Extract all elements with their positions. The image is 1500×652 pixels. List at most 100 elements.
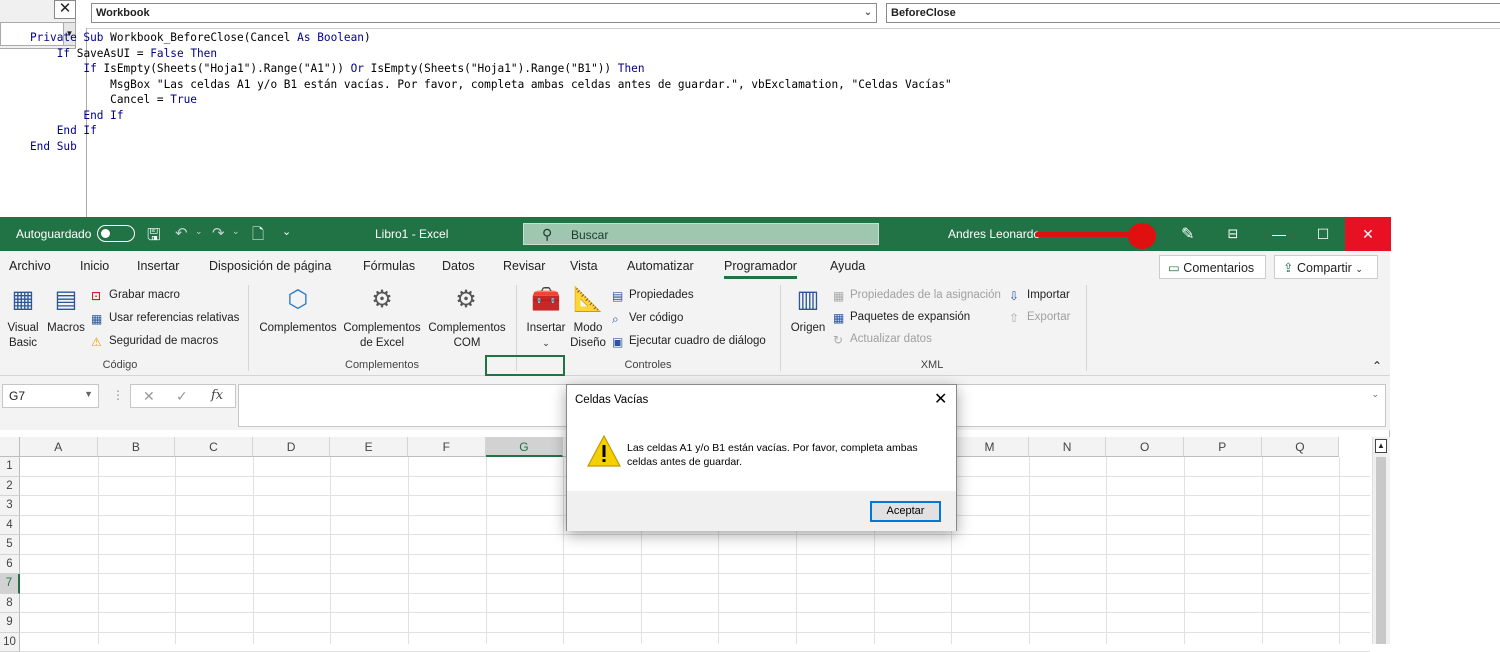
import-button[interactable]: Importar bbox=[1027, 289, 1070, 301]
code-line[interactable]: If IsEmpty(Sheets("Hoja1").Range("A1")) … bbox=[30, 61, 952, 77]
chevron-down-icon[interactable]: ⌄ bbox=[860, 4, 876, 22]
pen-icon[interactable]: ✎ bbox=[1181, 224, 1194, 244]
com-addins-button[interactable]: Complementos COM bbox=[424, 321, 510, 351]
macros-button[interactable]: Macros bbox=[45, 321, 87, 336]
column-header[interactable]: D bbox=[253, 437, 331, 457]
row-header[interactable]: 6 bbox=[0, 555, 20, 575]
comments-button[interactable]: ▭ Comentarios bbox=[1159, 255, 1266, 279]
undo-icon[interactable]: ↶ bbox=[175, 224, 188, 242]
name-box[interactable]: G7 ▼ bbox=[2, 384, 99, 408]
tab-ayuda[interactable]: Ayuda bbox=[830, 259, 865, 273]
column-header[interactable]: G bbox=[486, 437, 564, 457]
column-header[interactable]: N bbox=[1029, 437, 1107, 457]
maximize-icon[interactable]: ☐ bbox=[1300, 217, 1346, 251]
scroll-up-icon[interactable]: ▲ bbox=[1375, 439, 1387, 453]
row-header[interactable]: 9 bbox=[0, 613, 20, 633]
row-header[interactable]: 2 bbox=[0, 477, 20, 497]
map-properties-button[interactable]: Propiedades de la asignación bbox=[850, 289, 1001, 301]
row-header[interactable]: 7 bbox=[0, 574, 20, 594]
chevron-down-icon[interactable]: ⌄ bbox=[195, 226, 203, 237]
ribbon-display-icon[interactable]: ⊟ bbox=[1210, 217, 1256, 251]
tab-vista[interactable]: Vista bbox=[570, 259, 598, 273]
refresh-data-button[interactable]: Actualizar datos bbox=[850, 333, 932, 345]
view-code-button[interactable]: Ver código bbox=[629, 312, 683, 324]
excel-addins-button[interactable]: Complementos de Excel bbox=[340, 321, 424, 351]
customize-toolbar-icon[interactable]: ⌄ bbox=[282, 225, 291, 238]
relative-refs-button[interactable]: Usar referencias relativas bbox=[109, 312, 239, 324]
active-cell-g7[interactable] bbox=[485, 355, 565, 376]
code-line[interactable]: If SaveAsUI = False Then bbox=[30, 46, 952, 62]
tab-automatizar[interactable]: Automatizar bbox=[627, 259, 694, 273]
code-line[interactable]: MsgBox "Las celdas A1 y/o B1 están vacía… bbox=[30, 77, 952, 93]
row-header[interactable]: 8 bbox=[0, 594, 20, 614]
minimize-icon[interactable]: — bbox=[1256, 217, 1302, 251]
chevron-down-icon[interactable]: ▼ bbox=[84, 389, 93, 399]
close-icon[interactable]: ✕ bbox=[54, 0, 76, 19]
chevron-down-icon[interactable]: ⌄ bbox=[1371, 389, 1379, 400]
procedure-combo[interactable]: BeforeClose bbox=[886, 3, 1500, 23]
code-line[interactable]: End If bbox=[30, 108, 952, 124]
code-line[interactable]: Private Sub Workbook_BeforeClose(Cancel … bbox=[30, 30, 952, 46]
properties-button[interactable]: Propiedades bbox=[629, 289, 694, 301]
column-header[interactable]: A bbox=[20, 437, 98, 457]
tab-programador[interactable]: Programador bbox=[724, 259, 797, 279]
select-all-corner[interactable] bbox=[0, 437, 20, 457]
close-icon[interactable]: ✕ bbox=[1345, 217, 1391, 251]
collapse-ribbon-icon[interactable]: ⌃ bbox=[1372, 359, 1382, 373]
tab-revisar[interactable]: Revisar bbox=[503, 259, 545, 273]
column-header[interactable]: Q bbox=[1262, 437, 1340, 457]
row-header[interactable]: 10 bbox=[0, 633, 20, 652]
xml-source-button[interactable]: Origen bbox=[788, 321, 828, 336]
object-combo[interactable]: Workbook ⌄ bbox=[91, 3, 877, 23]
row-header[interactable]: 1 bbox=[0, 457, 20, 477]
column-header[interactable]: F bbox=[408, 437, 486, 457]
row-header[interactable]: 4 bbox=[0, 516, 20, 536]
tab-inicio[interactable]: Inicio bbox=[80, 259, 109, 273]
vba-code[interactable]: Private Sub Workbook_BeforeClose(Cancel … bbox=[30, 30, 952, 154]
design-mode-button[interactable]: Modo Diseño bbox=[568, 321, 608, 351]
tab-disposicion[interactable]: Disposición de página bbox=[209, 259, 331, 273]
column-header[interactable]: M bbox=[951, 437, 1029, 457]
ok-button[interactable]: Aceptar bbox=[870, 501, 941, 522]
search-box[interactable]: ⚲ Buscar bbox=[523, 223, 879, 245]
new-file-icon[interactable]: 🗋 bbox=[252, 224, 264, 249]
code-line[interactable]: Cancel = True bbox=[30, 92, 952, 108]
vertical-scrollbar[interactable]: ▲ bbox=[1372, 437, 1390, 644]
share-button[interactable]: ⇪ Compartir ⌄ bbox=[1274, 255, 1378, 279]
tab-datos[interactable]: Datos bbox=[442, 259, 475, 273]
column-header[interactable]: O bbox=[1106, 437, 1184, 457]
autosave-toggle[interactable] bbox=[97, 225, 135, 242]
tab-formulas[interactable]: Fórmulas bbox=[363, 259, 415, 273]
share-label: Compartir bbox=[1297, 261, 1352, 275]
insert-control-button[interactable]: Insertar bbox=[522, 321, 570, 336]
macro-security-button[interactable]: Seguridad de macros bbox=[109, 335, 218, 347]
chevron-down-icon[interactable]: ⌄ bbox=[538, 336, 554, 351]
tab-insertar[interactable]: Insertar bbox=[137, 259, 179, 273]
expansion-packs-button[interactable]: Paquetes de expansión bbox=[850, 311, 970, 323]
visual-basic-button[interactable]: Visual Basic bbox=[2, 321, 44, 351]
column-header[interactable]: B bbox=[98, 437, 176, 457]
code-line[interactable]: End Sub bbox=[30, 139, 952, 155]
addins-button[interactable]: Complementos bbox=[256, 321, 340, 336]
column-header[interactable]: P bbox=[1184, 437, 1262, 457]
cancel-icon[interactable]: ✕ bbox=[143, 388, 155, 405]
row-header[interactable]: 5 bbox=[0, 535, 20, 555]
chevron-down-icon[interactable]: ⌄ bbox=[232, 226, 240, 237]
redo-icon[interactable]: ↷ bbox=[212, 224, 225, 242]
record-macro-button[interactable]: Grabar macro bbox=[109, 289, 180, 301]
run-dialog-button[interactable]: Ejecutar cuadro de diálogo bbox=[629, 335, 766, 347]
tab-archivo[interactable]: Archivo bbox=[9, 259, 51, 273]
close-icon[interactable]: ✕ bbox=[934, 389, 947, 409]
scroll-thumb[interactable] bbox=[1376, 457, 1386, 644]
toggle-knob bbox=[101, 229, 110, 238]
code-line[interactable]: End If bbox=[30, 123, 952, 139]
column-header[interactable]: C bbox=[175, 437, 253, 457]
check-icon[interactable]: ✓ bbox=[176, 388, 188, 405]
function-icon[interactable]: fx bbox=[211, 388, 223, 403]
user-name[interactable]: Andres Leonardo bbox=[948, 227, 1040, 241]
save-icon[interactable]: 🖫 bbox=[147, 224, 161, 251]
column-header[interactable]: E bbox=[330, 437, 408, 457]
drag-handle-icon[interactable]: ⋮ bbox=[112, 388, 124, 402]
row-header[interactable]: 3 bbox=[0, 496, 20, 516]
export-button[interactable]: Exportar bbox=[1027, 311, 1070, 323]
